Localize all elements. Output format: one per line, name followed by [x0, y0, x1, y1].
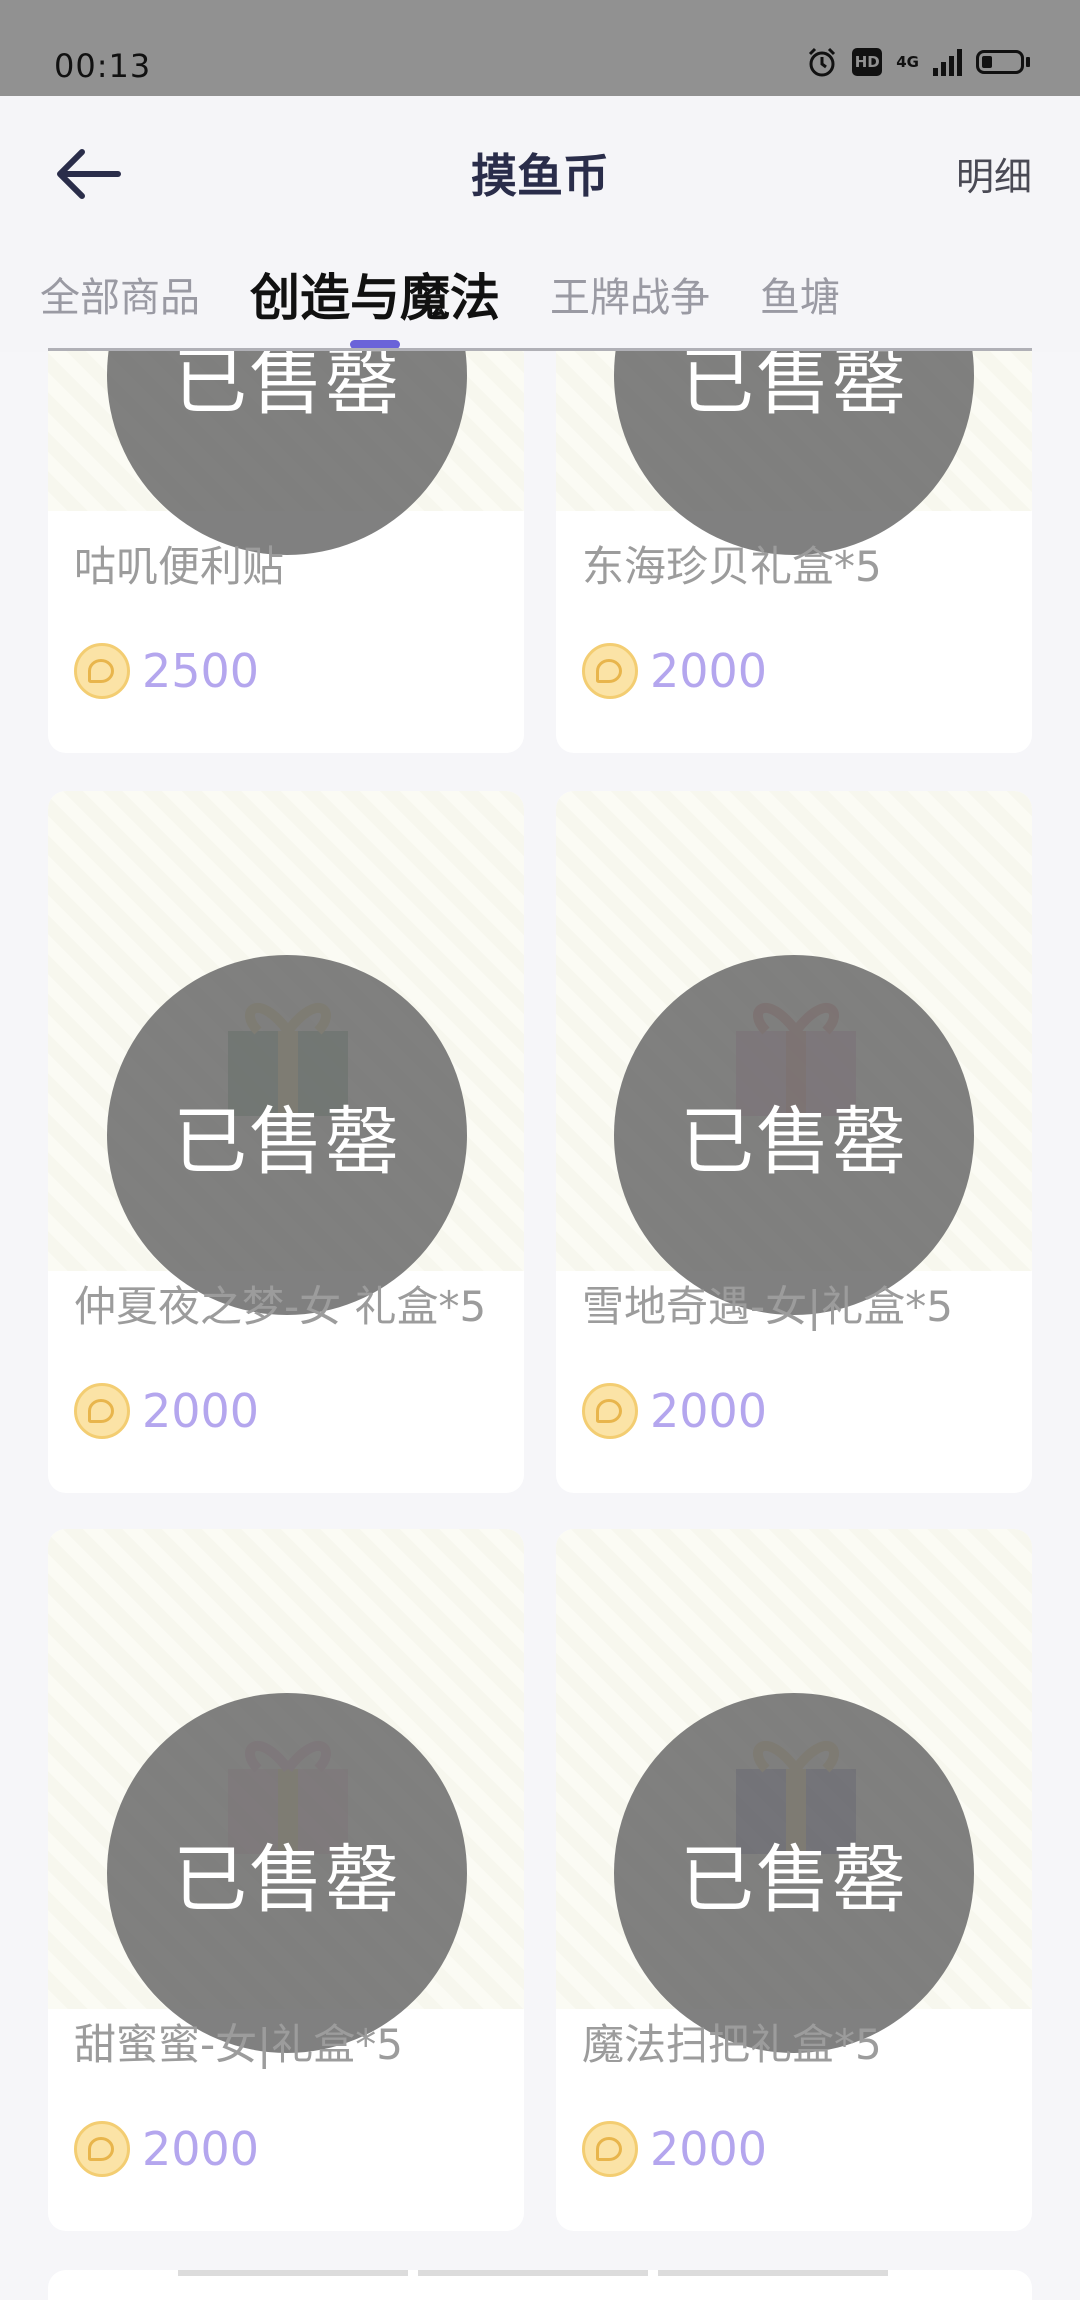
product-name: 东海珍贝礼盒*5 [582, 542, 882, 591]
fish-coin-icon [582, 2121, 638, 2177]
product-card[interactable]: 已售罄 魔法扫把礼盒*5 2000 [556, 1529, 1032, 2231]
product-name: 雪地奇遇-女|礼盒*5 [582, 1282, 954, 1331]
price-row: 2500 [74, 643, 259, 699]
product-price: 2500 [142, 644, 260, 698]
product-grid: 已售罄 咕叽便利贴 2500 已售罄 东海珍贝礼盒*5 2000 已售罄 仲夏夜… [0, 351, 1080, 2280]
product-card[interactable]: 已售罄 咕叽便利贴 2500 [48, 351, 524, 753]
fish-coin-icon [74, 1383, 130, 1439]
price-row: 2000 [582, 643, 767, 699]
price-row: 2000 [74, 2121, 259, 2177]
product-name: 仲夏夜之梦-女 礼盒*5 [74, 1282, 487, 1331]
status-bar: 00:13 HD 4G [0, 0, 1080, 96]
product-price: 2000 [142, 1384, 260, 1438]
tab-all-products[interactable]: 全部商品 [40, 268, 200, 328]
sold-out-badge: 已售罄 [107, 351, 467, 555]
battery-icon [976, 50, 1024, 74]
sold-out-badge: 已售罄 [614, 1693, 974, 2053]
product-name: 魔法扫把礼盒*5 [582, 2020, 882, 2069]
product-price: 2000 [142, 2122, 260, 2176]
fish-coin-icon [74, 643, 130, 699]
fish-coin-icon [582, 643, 638, 699]
fish-coin-icon [74, 2121, 130, 2177]
sold-out-badge: 已售罄 [107, 1693, 467, 2053]
next-product-card-peek [48, 2270, 1032, 2300]
product-price: 2000 [650, 2122, 768, 2176]
page-title: 摸鱼币 [471, 149, 609, 203]
battery-cap [1026, 57, 1030, 67]
product-price: 2000 [650, 644, 768, 698]
product-card[interactable]: 已售罄 东海珍贝礼盒*5 2000 [556, 351, 1032, 753]
price-row: 2000 [582, 2121, 767, 2177]
product-price: 2000 [650, 1384, 768, 1438]
network-type-icon: 4G [896, 53, 919, 71]
status-time: 00:13 [54, 47, 152, 85]
product-name: 甜蜜蜜-女|礼盒*5 [74, 2020, 404, 2069]
alarm-icon [809, 47, 836, 77]
fish-coin-icon [582, 1383, 638, 1439]
sold-out-badge: 已售罄 [614, 955, 974, 1315]
category-tabs: 全部商品 创造与魔法 王牌战争 鱼塘 [40, 262, 890, 334]
price-row: 2000 [74, 1383, 259, 1439]
product-card[interactable]: 已售罄 甜蜜蜜-女|礼盒*5 2000 [48, 1529, 524, 2231]
price-row: 2000 [582, 1383, 767, 1439]
signal-icon [933, 48, 962, 76]
tab-ace-war[interactable]: 王牌战争 [550, 268, 710, 328]
tab-create-and-magic[interactable]: 创造与魔法 [250, 268, 500, 328]
status-icons: HD 4G [806, 46, 1030, 78]
detail-link[interactable]: 明细 [956, 150, 1032, 204]
sold-out-badge: 已售罄 [107, 955, 467, 1315]
product-name: 咕叽便利贴 [74, 542, 285, 591]
product-card[interactable]: 已售罄 仲夏夜之梦-女 礼盒*5 2000 [48, 791, 524, 1493]
tab-fish-pond[interactable]: 鱼塘 [760, 268, 840, 328]
sold-out-badge: 已售罄 [614, 351, 974, 555]
hd-icon: HD [852, 48, 883, 76]
product-card[interactable]: 已售罄 雪地奇遇-女|礼盒*5 2000 [556, 791, 1032, 1493]
